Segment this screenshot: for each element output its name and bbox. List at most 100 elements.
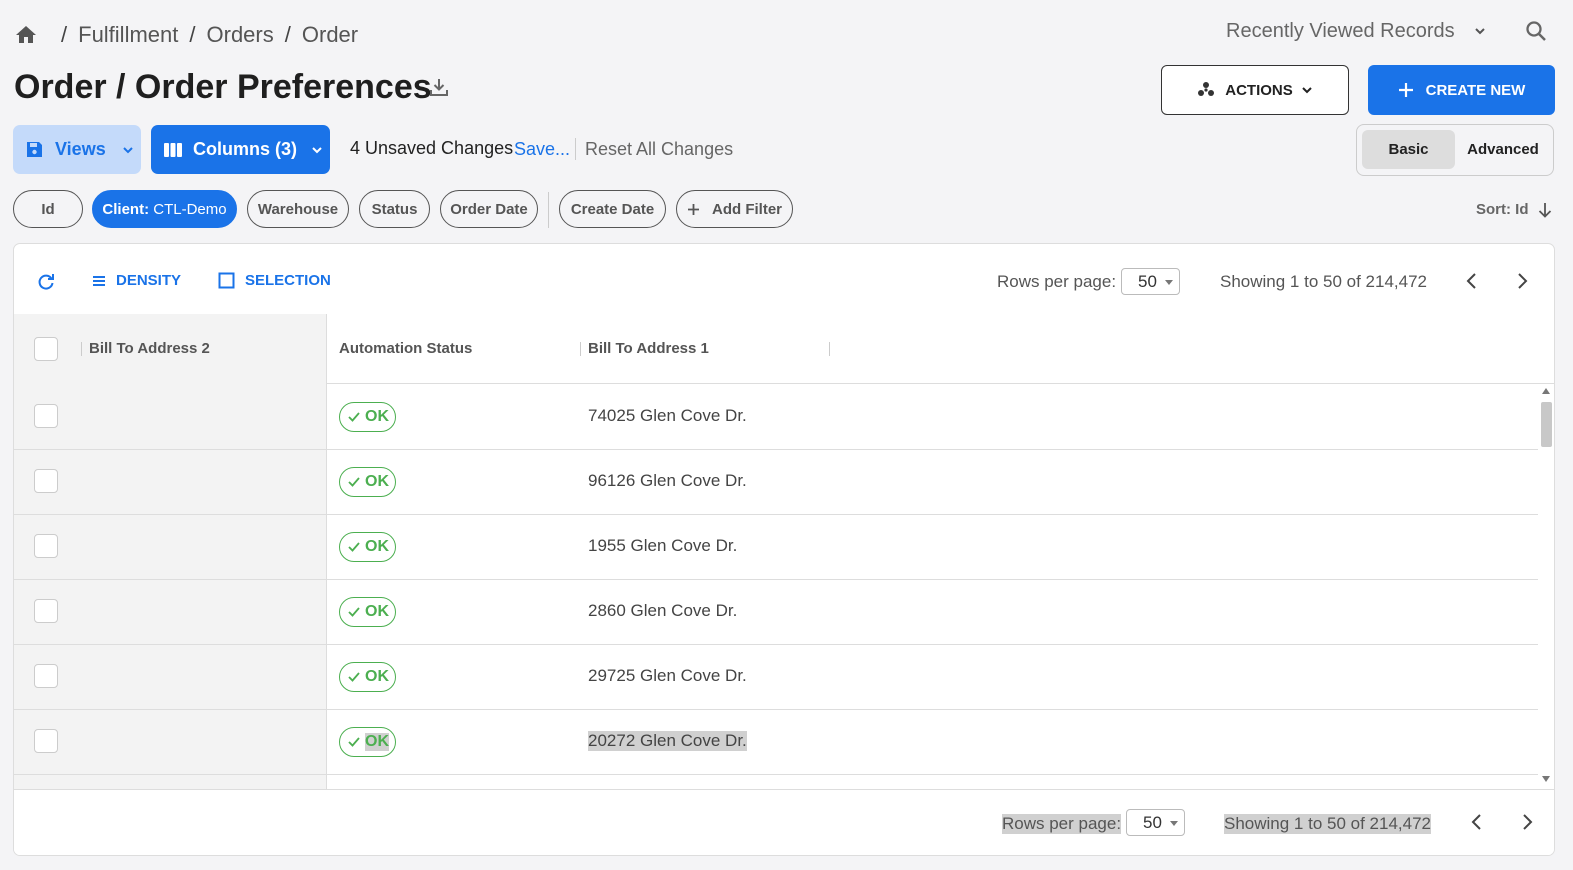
check-icon [348,607,360,617]
breadcrumb: / Fulfillment / Orders / Order [14,20,358,50]
search-icon[interactable] [1524,19,1548,43]
views-button[interactable]: Views [13,125,141,174]
scrollbar-thumb[interactable] [1541,402,1552,447]
select-all-checkbox[interactable] [34,337,58,361]
rows-per-page-label: Rows per page: [1002,814,1122,834]
status-badge: OK [339,662,396,692]
row-checkbox[interactable] [34,664,58,688]
table-row[interactable]: OK 20272 Glen Cove Dr. [14,710,1538,775]
table-row[interactable]: OK 29725 Glen Cove Dr. [14,645,1538,710]
column-separator[interactable] [580,342,581,356]
filter-chip-client-value: CTL-Demo [149,200,227,218]
recently-viewed-dropdown[interactable]: Recently Viewed Records [1226,18,1487,44]
home-icon[interactable] [14,23,38,47]
table-row[interactable]: OK 96126 Glen Cove Dr. [14,450,1538,515]
create-new-button[interactable]: CREATE NEW [1368,65,1555,115]
rows-per-page-select[interactable]: 50 [1121,268,1180,295]
status-badge: OK [339,597,396,627]
check-icon [348,542,360,552]
download-icon[interactable] [428,76,450,98]
filter-chip-id[interactable]: Id [13,190,83,228]
chevron-down-icon [1302,87,1312,94]
caret-down-icon [1165,280,1173,285]
selection-button[interactable]: SELECTION [218,272,331,289]
row-checkbox[interactable] [34,534,58,558]
filter-chip-order-date[interactable]: Order Date [440,190,538,228]
table-row[interactable]: OK 74025 Glen Cove Dr. [14,385,1538,450]
status-badge-label: OK [365,473,389,490]
selection-label: SELECTION [245,272,331,289]
breadcrumb-order: Order [301,22,359,47]
check-icon [348,672,360,682]
mode-advanced-button[interactable]: Advanced [1458,130,1548,169]
actions-button[interactable]: ACTIONS [1161,65,1349,115]
rows-per-page-value: 50 [1143,812,1162,832]
breadcrumb-separator: / [189,22,196,47]
showing-text: Showing 1 to 50 of 214,472 [1224,814,1431,834]
column-separator[interactable] [829,342,830,356]
breadcrumb-separator: / [284,22,291,47]
bill-to-address-1-cell: 29725 Glen Cove Dr. [588,666,747,685]
arrow-down-icon[interactable] [1536,201,1554,219]
add-filter-button[interactable]: Add Filter [676,190,793,228]
showing-text: Showing 1 to 50 of 214,472 [1220,272,1427,291]
scroll-down-arrow-icon[interactable] [1542,776,1550,782]
views-label: Views [55,139,106,159]
filter-divider [548,192,549,228]
data-grid: DENSITY SELECTION Rows per page: 50 Show… [13,243,1555,856]
column-header-bill-to-address-1[interactable]: Bill To Address 1 [588,340,709,357]
reset-all-changes-link[interactable]: Reset All Changes [585,139,733,160]
row-checkbox[interactable] [34,404,58,428]
filter-chip-create-date[interactable]: Create Date [559,190,666,228]
chevron-right-icon[interactable] [1511,270,1533,292]
column-header-automation-status[interactable]: Automation Status [339,340,472,357]
unsaved-changes-text: 4 Unsaved Changes [350,138,514,158]
scroll-up-arrow-icon[interactable] [1542,388,1550,394]
chevron-left-icon[interactable] [1461,270,1483,292]
status-badge: OK [339,402,396,432]
filter-chip-client-key: Client: [102,200,150,218]
row-checkbox[interactable] [34,469,58,493]
columns-button[interactable]: Columns (3) [151,125,330,174]
rows-per-page-label: Rows per page: [997,272,1117,291]
breadcrumb-separator: / [61,22,68,47]
rows-per-page-select[interactable]: 50 [1126,809,1185,836]
density-button[interactable]: DENSITY [92,272,181,289]
column-separator[interactable] [81,342,82,356]
chevron-left-icon[interactable] [1466,811,1488,833]
row-checkbox[interactable] [34,729,58,753]
filter-chip-client[interactable]: Client: CTL-Demo [92,190,237,228]
filter-chip-warehouse[interactable]: Warehouse [247,190,349,228]
table-row[interactable]: OK 2860 Glen Cove Dr. [14,580,1538,645]
density-icon [93,275,105,286]
recently-viewed-label: Recently Viewed Records [1226,19,1455,42]
save-icon [27,142,42,157]
status-badge: OK [339,532,396,562]
status-badge-label: OK [365,668,389,685]
sort-label[interactable]: Sort: Id [1476,201,1529,218]
table-row[interactable]: OK 1955 Glen Cove Dr. [14,515,1538,580]
chevron-right-icon[interactable] [1516,811,1538,833]
status-badge-label: OK [365,538,389,555]
status-badge-label: OK [365,408,389,425]
checkbox-icon [218,272,235,289]
actions-label: ACTIONS [1225,81,1293,99]
bill-to-address-1-cell: 20272 Glen Cove Dr. [588,731,747,751]
breadcrumb-fulfillment[interactable]: Fulfillment [78,22,178,48]
bill-to-address-1-cell: 1955 Glen Cove Dr. [588,536,738,555]
column-header-bill-to-address-2[interactable]: Bill To Address 2 [89,340,210,357]
breadcrumb-orders[interactable]: Orders [207,22,274,48]
save-link[interactable]: Save... [514,139,570,160]
row-checkbox[interactable] [34,599,58,623]
rows-per-page-value: 50 [1138,271,1157,291]
plus-icon [688,203,699,215]
caret-down-icon [1170,821,1178,826]
filter-chip-status[interactable]: Status [359,190,430,228]
refresh-icon[interactable] [36,272,56,292]
check-icon [348,477,360,487]
mode-basic-button[interactable]: Basic [1362,130,1455,169]
bill-to-address-1-cell: 96126 Glen Cove Dr. [588,471,747,490]
plus-icon [1398,83,1413,97]
status-badge-label: OK [365,603,389,620]
actions-icon [1198,82,1215,96]
